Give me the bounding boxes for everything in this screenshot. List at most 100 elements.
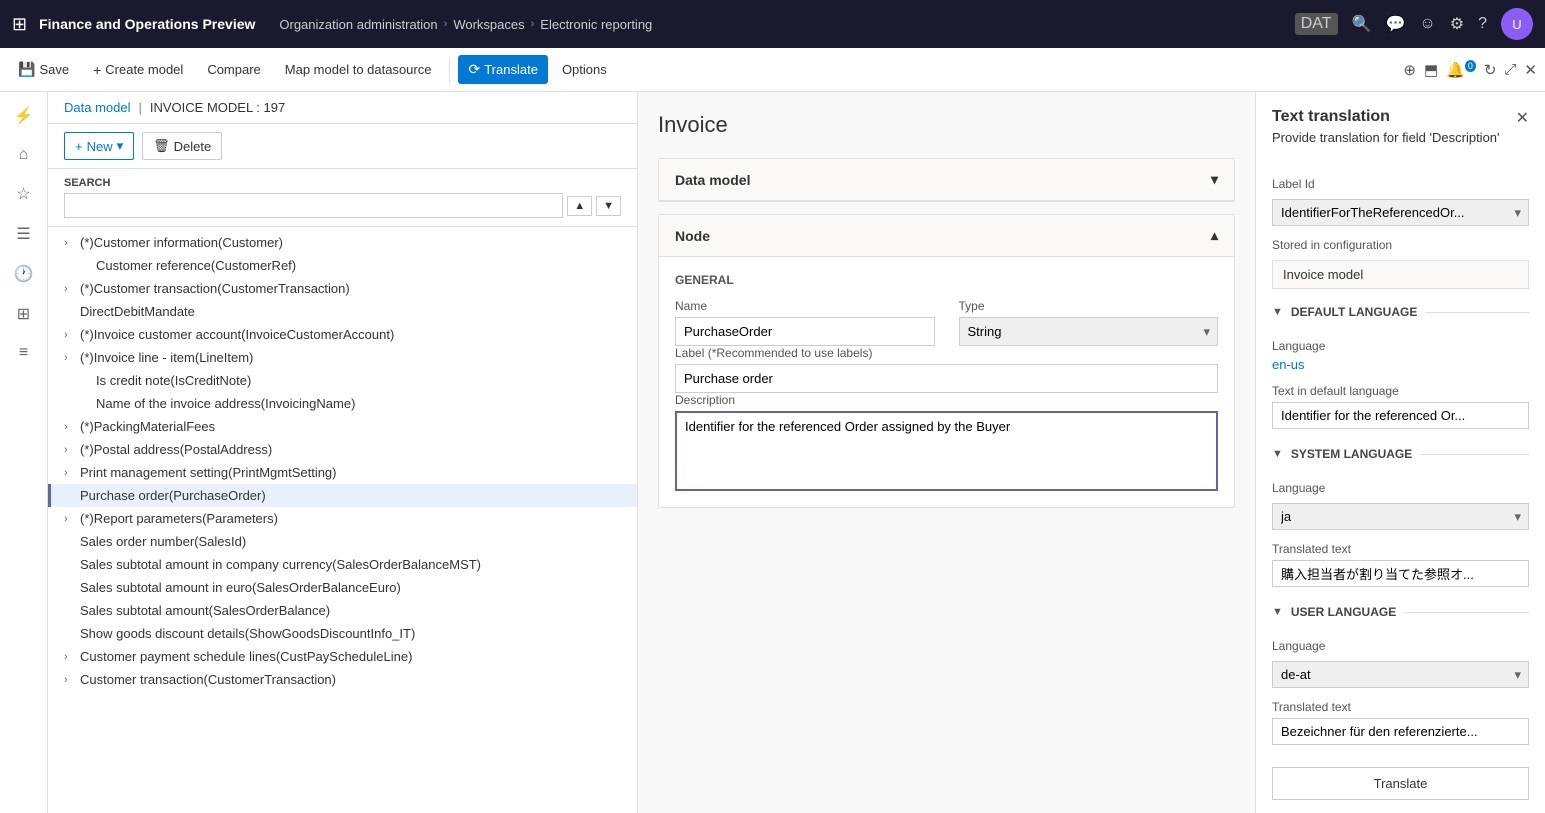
right-panel-close-icon[interactable]: ✕ (1516, 108, 1529, 128)
tree-item-expander[interactable]: › (64, 467, 80, 479)
tree-item[interactable]: Sales order number(SalesId) (48, 530, 637, 553)
save-button[interactable]: 💾 Save (8, 55, 79, 84)
translate-button[interactable]: ⟳ Translate (458, 55, 547, 84)
node-card-body: GENERAL Name Type String (659, 257, 1234, 507)
app-grid-icon[interactable]: ⊞ (12, 14, 27, 35)
label-input[interactable] (675, 364, 1218, 393)
default-language-caret[interactable]: ▼ (1272, 306, 1283, 318)
recent-icon[interactable]: 🕐 (8, 258, 40, 290)
tree-item[interactable]: Is credit note(IsCreditNote) (48, 369, 637, 392)
user-language-caret[interactable]: ▼ (1272, 606, 1283, 618)
translate-action-button[interactable]: Translate (1272, 767, 1529, 800)
description-textarea[interactable] (675, 411, 1218, 491)
user-lang-select[interactable]: de-at en-us ja fr-fr (1272, 661, 1529, 688)
filter-icon[interactable]: ⚡ (8, 100, 40, 132)
tree-item-text: DirectDebitMandate (80, 304, 621, 319)
tree-item-expander[interactable]: › (64, 283, 80, 295)
compare-button[interactable]: Compare (197, 56, 270, 83)
tree-item[interactable]: Name of the invoice address(InvoicingNam… (48, 392, 637, 415)
label-id-select[interactable]: IdentifierForTheReferencedOr... (1272, 199, 1529, 226)
search-nav-icon[interactable]: 🔍 (1352, 14, 1372, 34)
user-lang-label: Language (1272, 639, 1529, 653)
map-model-button[interactable]: Map model to datasource (275, 56, 442, 83)
notification-icon[interactable]: 🔔0 (1446, 61, 1476, 79)
tree-item-expander[interactable]: › (64, 421, 80, 433)
name-input[interactable] (675, 317, 935, 346)
avatar[interactable]: U (1501, 8, 1533, 40)
close-editor-icon[interactable]: ✕ (1524, 61, 1537, 79)
toolbar-icon-1[interactable]: ⊕ (1403, 61, 1416, 79)
delete-button[interactable]: 🗑 Delete (142, 132, 222, 160)
node-collapse-icon[interactable]: ▴ (1211, 227, 1218, 244)
data-model-collapse-icon[interactable]: ▾ (1211, 171, 1218, 188)
settings-icon[interactable]: ⚙ (1450, 14, 1464, 34)
chat-icon[interactable]: 💬 (1385, 14, 1405, 34)
smiley-icon[interactable]: ☺ (1419, 15, 1435, 33)
list-icon[interactable]: ≡ (13, 338, 34, 368)
search-label: SEARCH (64, 177, 621, 189)
search-section: SEARCH ▲ ▼ (48, 169, 637, 227)
help-icon[interactable]: ? (1478, 15, 1487, 33)
tree-item-expander[interactable]: › (64, 444, 80, 456)
star-icon[interactable]: ☆ (10, 178, 36, 210)
new-label: New (87, 139, 113, 154)
data-model-card-header[interactable]: Data model ▾ (659, 159, 1234, 201)
search-input[interactable] (64, 193, 563, 218)
text-in-default-lang-input[interactable] (1272, 402, 1529, 429)
create-model-button[interactable]: + Create model (83, 56, 193, 84)
label-id-label: Label Id (1272, 177, 1529, 191)
user-translated-input[interactable] (1272, 718, 1529, 745)
type-select[interactable]: String (959, 317, 1219, 346)
system-language-caret[interactable]: ▼ (1272, 448, 1283, 460)
tree-item-expander[interactable]: › (64, 651, 80, 663)
breadcrumb-electronic-reporting[interactable]: Electronic reporting (540, 17, 652, 32)
tree-item[interactable]: ›Customer transaction(CustomerTransactio… (48, 668, 637, 691)
tree-item-expander[interactable]: › (64, 329, 80, 341)
tree-item[interactable]: ›(*)Customer transaction(CustomerTransac… (48, 277, 637, 300)
menu-icon[interactable]: ☰ (10, 218, 36, 250)
tree-item-expander[interactable]: › (64, 237, 80, 249)
search-up-button[interactable]: ▲ (567, 196, 592, 216)
tree-item[interactable]: ›(*)Customer information(Customer) (48, 231, 637, 254)
system-translated-text-label: Translated text (1272, 542, 1529, 556)
refresh-icon[interactable]: ↻ (1484, 61, 1497, 79)
tree-item[interactable]: Sales subtotal amount(SalesOrderBalance) (48, 599, 637, 622)
tree-item-text: (*)Customer transaction(CustomerTransact… (80, 281, 621, 296)
grid-icon[interactable]: ⊞ (11, 298, 36, 330)
node-card-header[interactable]: Node ▴ (659, 215, 1234, 257)
tree-item-text: Purchase order(PurchaseOrder) (80, 488, 621, 503)
breadcrumb-workspaces[interactable]: Workspaces (453, 17, 524, 32)
tree-item[interactable]: Sales subtotal amount in euro(SalesOrder… (48, 576, 637, 599)
tree-item-expander[interactable]: › (64, 513, 80, 525)
system-translated-input[interactable] (1272, 560, 1529, 587)
new-button[interactable]: + New ▾ (64, 132, 134, 160)
stored-in-config-label: Stored in configuration (1272, 238, 1529, 252)
tree-item-expander[interactable]: › (64, 674, 80, 686)
system-lang-select[interactable]: ja en-us de-at fr-fr (1272, 503, 1529, 530)
tree-item[interactable]: ›Print management setting(PrintMgmtSetti… (48, 461, 637, 484)
breadcrumb-chevron-1: › (444, 18, 448, 30)
search-down-button[interactable]: ▼ (596, 196, 621, 216)
tree-item-text: Show goods discount details(ShowGoodsDis… (80, 626, 621, 641)
tree-item[interactable]: ›(*)Postal address(PostalAddress) (48, 438, 637, 461)
data-model-link[interactable]: Data model (64, 100, 130, 115)
tree-item[interactable]: ›(*)PackingMaterialFees (48, 415, 637, 438)
home-icon[interactable]: ⌂ (13, 140, 35, 170)
stored-in-config-value: Invoice model (1272, 260, 1529, 289)
default-lang-value: en-us (1272, 357, 1529, 372)
expand-icon[interactable]: ⤢ (1504, 61, 1516, 78)
tree-item[interactable]: Sales subtotal amount in company currenc… (48, 553, 637, 576)
tree-item[interactable]: Purchase order(PurchaseOrder) (48, 484, 637, 507)
tree-item[interactable]: ›(*)Invoice line - item(LineItem) (48, 346, 637, 369)
options-button[interactable]: Options (552, 56, 617, 83)
tree-item[interactable]: Show goods discount details(ShowGoodsDis… (48, 622, 637, 645)
breadcrumb-org-admin[interactable]: Organization administration (279, 17, 437, 32)
top-nav-icons: DAT 🔍 💬 ☺ ⚙ ? U (1295, 8, 1533, 40)
toolbar-icon-2[interactable]: ⬒ (1424, 61, 1438, 79)
tree-item[interactable]: ›(*)Report parameters(Parameters) (48, 507, 637, 530)
tree-item-expander[interactable]: › (64, 352, 80, 364)
tree-item[interactable]: ›(*)Invoice customer account(InvoiceCust… (48, 323, 637, 346)
tree-item[interactable]: Customer reference(CustomerRef) (48, 254, 637, 277)
tree-item[interactable]: DirectDebitMandate (48, 300, 637, 323)
tree-item[interactable]: ›Customer payment schedule lines(CustPay… (48, 645, 637, 668)
